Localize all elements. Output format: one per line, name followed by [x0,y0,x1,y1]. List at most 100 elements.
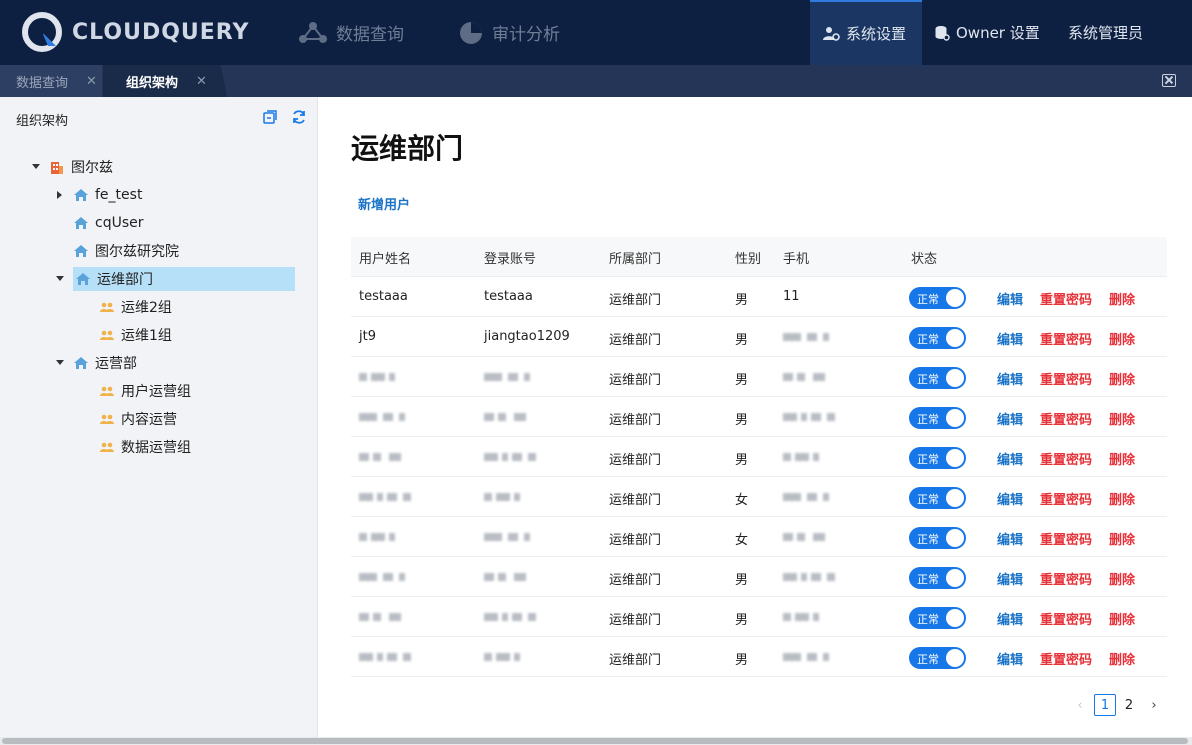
reset-password-button[interactable]: 重置密码 [1040,609,1092,628]
edit-button[interactable]: 编辑 [997,329,1023,348]
scrollbar-thumb[interactable] [2,738,1188,744]
reset-password-button[interactable]: 重置密码 [1040,449,1092,468]
add-user-button[interactable]: 新增用户 [358,194,410,213]
status-label: 正常 [917,493,939,506]
horizontal-scrollbar[interactable] [0,737,1192,745]
next-page-icon[interactable]: › [1143,694,1165,716]
reset-password-button[interactable]: 重置密码 [1040,369,1092,388]
delete-button[interactable]: 删除 [1109,609,1135,628]
delete-button[interactable]: 删除 [1109,329,1135,348]
cell-gender: 男 [735,453,749,468]
column-header: 状态 [911,252,938,267]
delete-button[interactable]: 删除 [1109,369,1135,388]
reset-password-button[interactable]: 重置密码 [1040,529,1092,548]
cell-department: 运维部门 [609,493,662,508]
nav-audit-analysis[interactable]: 审计分析 [458,0,560,65]
status-toggle[interactable]: 正常 [909,447,966,469]
redacted-account [484,489,564,505]
page-current[interactable]: 1 [1094,694,1116,716]
reset-password-button[interactable]: 重置密码 [1040,329,1092,348]
close-all-tabs-icon[interactable] [1162,74,1176,87]
edit-button[interactable]: 编辑 [997,649,1023,668]
status-toggle[interactable]: 正常 [909,487,966,509]
status-toggle[interactable]: 正常 [909,647,966,669]
status-toggle[interactable]: 正常 [909,567,966,589]
tab-org-structure-label: 组织架构 [126,75,179,91]
tree-node-group[interactable]: 运维2组 [81,295,172,319]
status-label: 正常 [917,453,939,466]
tab-data-query[interactable]: 数据查询 ✕ [0,65,102,97]
delete-button[interactable]: 删除 [1109,409,1135,428]
reset-password-button[interactable]: 重置密码 [1040,409,1092,428]
edit-button[interactable]: 编辑 [997,449,1023,468]
caret-down-icon[interactable] [31,162,41,172]
nav-owner-settings-label: Owner 设置 [956,24,1040,42]
tree-node-label: 图尔兹 [71,160,113,176]
table-row: 运维部门 男 正常 编辑 重置密码 删除 [351,357,1167,397]
close-icon[interactable]: ✕ [196,74,207,89]
redacted-user-name [359,489,439,505]
tree-node-company[interactable]: 图尔兹 [31,155,113,179]
status-toggle[interactable]: 正常 [909,407,966,429]
redacted-phone [783,369,863,385]
caret-down-icon[interactable] [55,274,65,284]
reset-password-button[interactable]: 重置密码 [1040,649,1092,668]
reset-password-button[interactable]: 重置密码 [1040,569,1092,588]
reset-password-button[interactable]: 重置密码 [1040,289,1092,308]
edit-button[interactable]: 编辑 [997,569,1023,588]
cell-gender: 男 [735,333,749,348]
nav-owner-settings[interactable]: Owner 设置 [922,0,1052,65]
cell-user-name: testaaa [359,289,408,304]
close-icon[interactable]: ✕ [86,74,97,89]
edit-button[interactable]: 编辑 [997,409,1023,428]
status-toggle[interactable]: 正常 [909,367,966,389]
toggle-knob [946,369,964,387]
delete-button[interactable]: 删除 [1109,529,1135,548]
edit-button[interactable]: 编辑 [997,289,1023,308]
table-row: 运维部门 男 正常 编辑 重置密码 删除 [351,397,1167,437]
caret-down-icon[interactable] [55,358,65,368]
nav-system-settings[interactable]: 系统设置 [810,0,922,65]
delete-button[interactable]: 删除 [1109,649,1135,668]
status-label: 正常 [917,613,939,626]
delete-button[interactable]: 删除 [1109,289,1135,308]
toggle-knob [946,649,964,667]
tree-node-dept[interactable]: fe_test [55,183,142,207]
status-toggle[interactable]: 正常 [909,607,966,629]
app-logo[interactable]: CLOUDQUERY [22,12,249,52]
edit-button[interactable]: 编辑 [997,489,1023,508]
cell-account: jiangtao1209 [484,329,570,344]
status-toggle[interactable]: 正常 [909,287,966,309]
nav-data-query[interactable]: 数据查询 [298,0,404,65]
page-2[interactable]: 2 [1118,694,1140,716]
tree-node-group[interactable]: 运维1组 [81,323,172,347]
tab-org-structure[interactable]: 组织架构 ✕ [103,65,227,97]
status-toggle[interactable]: 正常 [909,327,966,349]
tree-node-group[interactable]: 用户运营组 [81,379,191,403]
edit-button[interactable]: 编辑 [997,369,1023,388]
user-table: 用户姓名 登录账号 所属部门 性别 手机 状态 testaaa testaaa 运维… [351,237,1167,677]
tree-node-group[interactable]: 数据运营组 [81,435,191,459]
tree-node-label: 运维2组 [121,300,172,316]
network-icon [299,21,327,43]
edit-button[interactable]: 编辑 [997,609,1023,628]
tree-node-dept[interactable]: 运营部 [55,351,137,375]
collapse-all-icon[interactable] [262,109,278,125]
reset-password-button[interactable]: 重置密码 [1040,489,1092,508]
tree-node-dept-selected[interactable]: 运维部门 [55,267,295,291]
tree-node-dept[interactable]: cqUser [55,211,144,235]
edit-button[interactable]: 编辑 [997,529,1023,548]
redacted-account [484,649,564,665]
delete-button[interactable]: 删除 [1109,489,1135,508]
status-toggle[interactable]: 正常 [909,527,966,549]
delete-button[interactable]: 删除 [1109,569,1135,588]
delete-button[interactable]: 删除 [1109,449,1135,468]
nav-system-admin[interactable]: 系统管理员 [1056,0,1155,65]
caret-right-icon[interactable] [55,190,65,200]
tree-node-group[interactable]: 内容运营 [81,407,177,431]
tree-node-dept[interactable]: 图尔兹研究院 [55,239,179,263]
table-row: jt9 jiangtao1209 运维部门 男 正常 编辑 重置密码 删除 [351,317,1167,357]
prev-page-icon[interactable]: ‹ [1069,694,1091,716]
refresh-icon[interactable] [291,109,307,125]
tree-node-label: 运维部门 [97,272,153,288]
